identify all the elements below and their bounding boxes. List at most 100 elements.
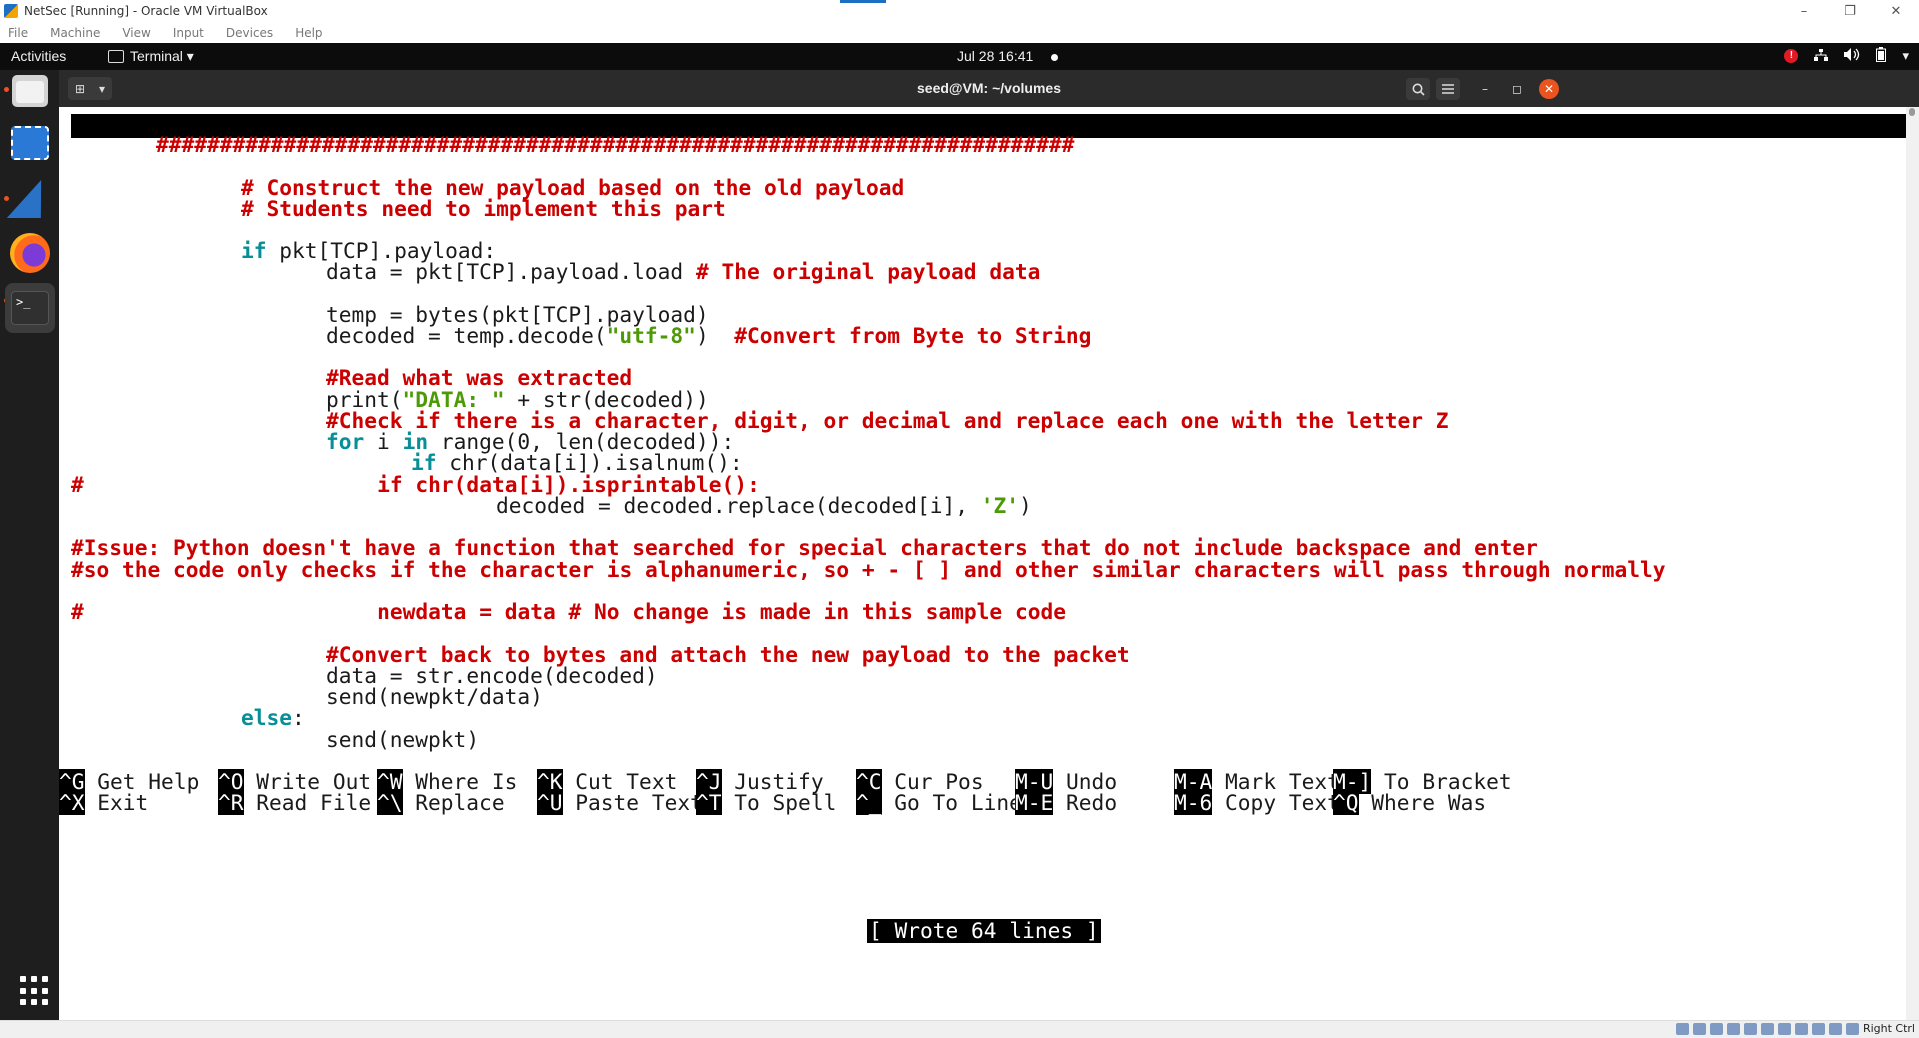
shortcut-exit[interactable]: ^X Exit <box>59 790 148 816</box>
shortcut-copy-text[interactable]: M-6 Copy Text <box>1174 790 1340 816</box>
vbox-status-bar: Right Ctrl <box>0 1020 1919 1038</box>
code-line: data = pkt[TCP].payload.load # The origi… <box>326 259 1040 285</box>
hard-disk-icon[interactable] <box>1676 1023 1689 1035</box>
menu-machine[interactable]: Machine <box>50 26 100 40</box>
close-window-button[interactable]: ✕ <box>1539 79 1559 99</box>
nano-status-message: [ Wrote 64 lines ] <box>867 918 1101 943</box>
keyword: else <box>241 705 293 730</box>
volume-icon[interactable] <box>1844 48 1860 64</box>
menu-help[interactable]: Help <box>295 26 322 40</box>
shortcut-label: Replace <box>415 790 505 815</box>
terminal-app-menu[interactable]: Terminal ▾ <box>108 48 194 65</box>
titlebar-accent <box>840 0 886 3</box>
code-line: # Students need to implement this part <box>241 196 726 221</box>
menu-view[interactable]: View <box>122 26 150 40</box>
scrollbar-thumb[interactable] <box>1909 108 1915 116</box>
files-icon[interactable] <box>9 70 51 112</box>
code-line: decoded = temp.decode("utf-8") #Convert … <box>326 323 1091 349</box>
mouse-integration-icon[interactable] <box>1829 1023 1842 1035</box>
shortcut-replace[interactable]: ^\ Replace <box>377 790 505 816</box>
hamburger-menu-button[interactable] <box>1436 78 1460 100</box>
system-tray[interactable]: ! ▾ <box>1784 47 1909 65</box>
code-text: ) <box>1019 493 1032 518</box>
shortcut-key: M-E <box>1015 790 1054 815</box>
shared-folders-icon[interactable] <box>1761 1023 1774 1035</box>
gnome-top-bar: Activities Terminal ▾ Jul 28 16:41 ! ▾ <box>0 43 1919 70</box>
restore-button[interactable]: ❐ <box>1827 0 1873 22</box>
host-key-label: Right Ctrl <box>1862 1022 1915 1035</box>
keyboard-icon[interactable] <box>1846 1023 1859 1035</box>
code-text: decoded = temp.decode( <box>326 323 607 348</box>
shortcut-key: M-6 <box>1174 790 1213 815</box>
close-button[interactable]: ✕ <box>1873 0 1919 22</box>
code-text: : <box>292 705 305 730</box>
activities-button[interactable]: Activities <box>11 48 66 64</box>
terminal-body[interactable]: GNU nano 4.8 MITM.py ###################… <box>59 107 1919 1020</box>
shortcut-key: ^U <box>537 790 563 815</box>
shortcut-key: ^T <box>696 790 722 815</box>
terminal-small-icon <box>108 50 124 63</box>
shortcut-key: ^R <box>218 790 244 815</box>
shortcut-go-to-line[interactable]: ^_ Go To Line <box>856 790 1022 816</box>
minimize-button[interactable]: – <box>1781 0 1827 22</box>
optical-drive-icon[interactable] <box>1693 1023 1706 1035</box>
shortcut-label: Where Was <box>1371 790 1487 815</box>
shortcut-redo[interactable]: M-E Redo <box>1015 790 1117 816</box>
vbox-menubar: File Machine View Input Devices Help <box>0 22 1919 43</box>
usb-icon[interactable] <box>1744 1023 1757 1035</box>
code-line: else: <box>241 705 305 731</box>
code-line: ########################################… <box>156 132 1075 157</box>
menu-file[interactable]: File <box>8 26 28 40</box>
screenshot-icon[interactable] <box>9 122 51 164</box>
menu-input[interactable]: Input <box>173 26 204 40</box>
terminal-headerbar: ⊞ ▾ seed@VM: ~/volumes – ◻ ✕ <box>59 70 1919 107</box>
notification-dot-icon <box>1051 54 1058 61</box>
shortcut-paste-text[interactable]: ^U Paste Text <box>537 790 703 816</box>
network-adapter-icon[interactable] <box>1727 1023 1740 1035</box>
wireshark-icon[interactable] <box>6 178 54 220</box>
virtualbox-icon <box>4 4 18 18</box>
code-text: ) <box>695 323 735 348</box>
cpu-icon[interactable] <box>1812 1023 1825 1035</box>
vbox-titlebar: NetSec [Running] - Oracle VM VirtualBox … <box>0 0 1919 22</box>
shortcut-to-spell[interactable]: ^T To Spell <box>696 790 836 816</box>
firefox-icon[interactable] <box>9 232 51 274</box>
show-applications-icon[interactable] <box>20 976 50 1006</box>
clock[interactable]: Jul 28 16:41 <box>957 48 1033 64</box>
keyword: if <box>241 238 267 263</box>
terminal-icon[interactable]: >_ <box>5 283 55 333</box>
shortcut-label: To Spell <box>734 790 837 815</box>
shortcut-label: Copy Text <box>1225 790 1340 815</box>
comment: # The original payload data <box>695 259 1041 284</box>
terminal-scrollbar[interactable] <box>1906 107 1919 1020</box>
audio-icon[interactable] <box>1710 1023 1723 1035</box>
menu-devices[interactable]: Devices <box>226 26 273 40</box>
code-text: decoded = decoded.replace(decoded[i], <box>496 493 981 518</box>
display-icon[interactable] <box>1778 1023 1791 1035</box>
battery-icon[interactable] <box>1876 47 1887 65</box>
search-button[interactable] <box>1406 78 1430 100</box>
recording-icon[interactable] <box>1795 1023 1808 1035</box>
code-line: # newdata = data # No change is made in … <box>71 599 1066 624</box>
maximize-window-button[interactable]: ◻ <box>1508 80 1526 98</box>
vbox-window-controls: – ❐ ✕ <box>1781 0 1919 22</box>
system-menu-chevron-icon[interactable]: ▾ <box>1902 48 1909 64</box>
code-line: #so the code only checks if the characte… <box>71 557 1666 582</box>
vbox-device-icons <box>1676 1023 1859 1035</box>
shortcut-where-was[interactable]: ^Q Where Was <box>1333 790 1486 816</box>
terminal-app-menu-label: Terminal ▾ <box>130 48 194 64</box>
dock: >_ <box>0 70 59 1020</box>
shortcut-key: ^Q <box>1333 790 1359 815</box>
code-line: decoded = decoded.replace(decoded[i], 'Z… <box>496 493 1032 519</box>
network-icon[interactable] <box>1814 48 1829 64</box>
shortcut-key: ^X <box>59 790 85 815</box>
vbox-window-title: NetSec [Running] - Oracle VM VirtualBox <box>24 4 268 18</box>
alert-icon[interactable]: ! <box>1784 49 1799 63</box>
search-icon <box>1412 83 1425 96</box>
shortcut-label: Exit <box>97 790 149 815</box>
minimize-window-button[interactable]: – <box>1476 80 1494 98</box>
shortcut-read-file[interactable]: ^R Read File <box>218 790 371 816</box>
string: 'Z' <box>980 493 1020 518</box>
code-text: i <box>364 429 403 454</box>
menu-icon <box>1442 84 1454 94</box>
